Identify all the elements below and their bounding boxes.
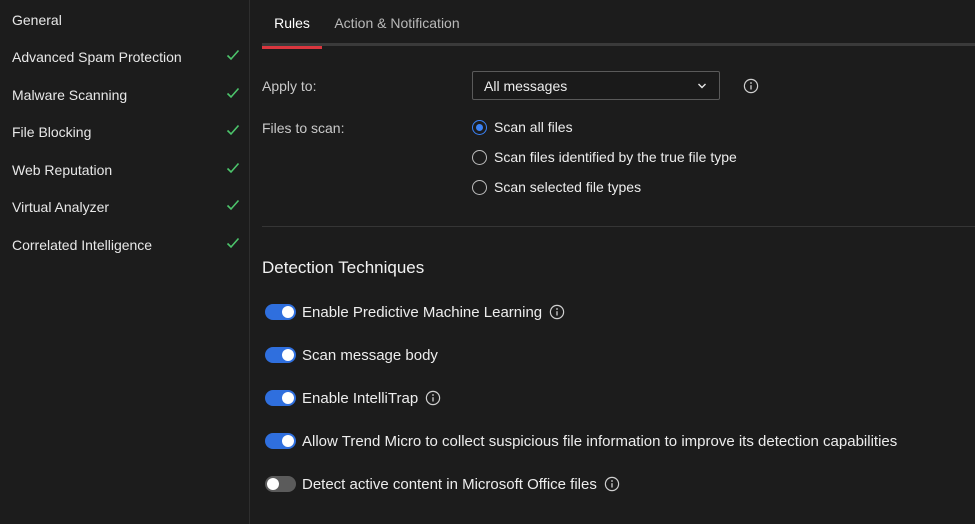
toggle-knob [267, 478, 279, 490]
check-icon [226, 162, 240, 174]
toggle-knob [282, 392, 294, 404]
scan-message-body-toggle[interactable] [265, 347, 296, 363]
sidebar-item-label: Malware Scanning [12, 86, 128, 103]
radio-label: Scan selected file types [494, 179, 642, 195]
sidebar: General Advanced Spam Protection Malware… [0, 0, 250, 524]
chevron-down-icon [698, 83, 706, 89]
sidebar-item-malware-scanning[interactable]: Malware Scanning [0, 76, 250, 113]
sidebar-item-label: Correlated Intelligence [12, 236, 153, 253]
apply-to-value: All messages [484, 77, 568, 94]
files-to-scan-label: Files to scan: [262, 120, 345, 136]
radio-label: Scan files identified by the true file t… [494, 149, 737, 165]
check-icon [226, 237, 240, 249]
toggle-label: Enable IntelliTrap [302, 389, 419, 407]
check-icon [226, 49, 240, 61]
radio-button[interactable] [472, 119, 487, 135]
toggle-row-collect-suspicious-info: Allow Trend Micro to collect suspicious … [265, 429, 897, 453]
tab-label: Rules [274, 15, 310, 31]
toggle-row-predictive-ml: Enable Predictive Machine Learning [265, 300, 565, 324]
collect-suspicious-info-toggle[interactable] [265, 433, 296, 449]
toggle-row-active-content-office: Detect active content in Microsoft Offic… [265, 472, 620, 496]
info-icon[interactable] [743, 78, 759, 94]
check-icon [226, 87, 240, 99]
info-icon[interactable] [549, 304, 565, 320]
toggle-label: Allow Trend Micro to collect suspicious … [302, 432, 898, 450]
info-icon[interactable] [604, 476, 620, 492]
sidebar-item-file-blocking[interactable]: File Blocking [0, 113, 250, 150]
sidebar-item-virtual-analyzer[interactable]: Virtual Analyzer [0, 188, 250, 225]
radio-button[interactable] [472, 179, 487, 195]
sidebar-item-correlated-intelligence[interactable]: Correlated Intelligence [0, 226, 250, 263]
toggle-label: Enable Predictive Machine Learning [302, 303, 543, 321]
section-divider [262, 226, 975, 227]
check-icon [226, 124, 240, 136]
sidebar-item-general[interactable]: General [0, 1, 250, 38]
sidebar-item-advanced-spam-protection[interactable]: Advanced Spam Protection [0, 38, 250, 75]
apply-to-select[interactable]: All messages [472, 71, 720, 100]
tab-action-notification[interactable]: Action & Notification [326, 0, 468, 46]
tab-bar: Rules Action & Notification [262, 0, 975, 49]
sidebar-item-web-reputation[interactable]: Web Reputation [0, 151, 250, 188]
toggle-knob [282, 435, 294, 447]
toggle-knob [282, 349, 294, 361]
check-icon [226, 199, 240, 211]
toggle-knob [282, 306, 294, 318]
predictive-ml-toggle[interactable] [265, 304, 296, 320]
toggle-row-scan-message-body: Scan message body [265, 343, 438, 367]
detection-techniques-title: Detection Techniques [262, 258, 425, 277]
intellitrap-toggle[interactable] [265, 390, 296, 406]
radio-scan-selected-types[interactable]: Scan selected file types [472, 177, 641, 197]
sidebar-item-label: General [12, 11, 62, 28]
tab-rules[interactable]: Rules [262, 0, 322, 49]
apply-to-label: Apply to: [262, 78, 317, 94]
sidebar-item-label: File Blocking [12, 123, 92, 140]
radio-scan-all-files[interactable]: Scan all files [472, 117, 573, 137]
toggle-row-intellitrap: Enable IntelliTrap [265, 386, 441, 410]
sidebar-item-label: Web Reputation [12, 161, 113, 178]
sidebar-item-label: Advanced Spam Protection [12, 48, 182, 65]
radio-scan-true-file-type[interactable]: Scan files identified by the true file t… [472, 147, 737, 167]
tab-label: Action & Notification [334, 15, 460, 31]
main-panel: Rules Action & Notification Apply to: Al… [250, 0, 975, 524]
toggle-label: Detect active content in Microsoft Offic… [302, 475, 597, 493]
radio-label: Scan all files [494, 119, 573, 135]
active-content-office-toggle[interactable] [265, 476, 296, 492]
radio-button[interactable] [472, 149, 487, 165]
toggle-label: Scan message body [302, 346, 438, 364]
info-icon[interactable] [425, 390, 441, 406]
sidebar-item-label: Virtual Analyzer [12, 198, 110, 215]
